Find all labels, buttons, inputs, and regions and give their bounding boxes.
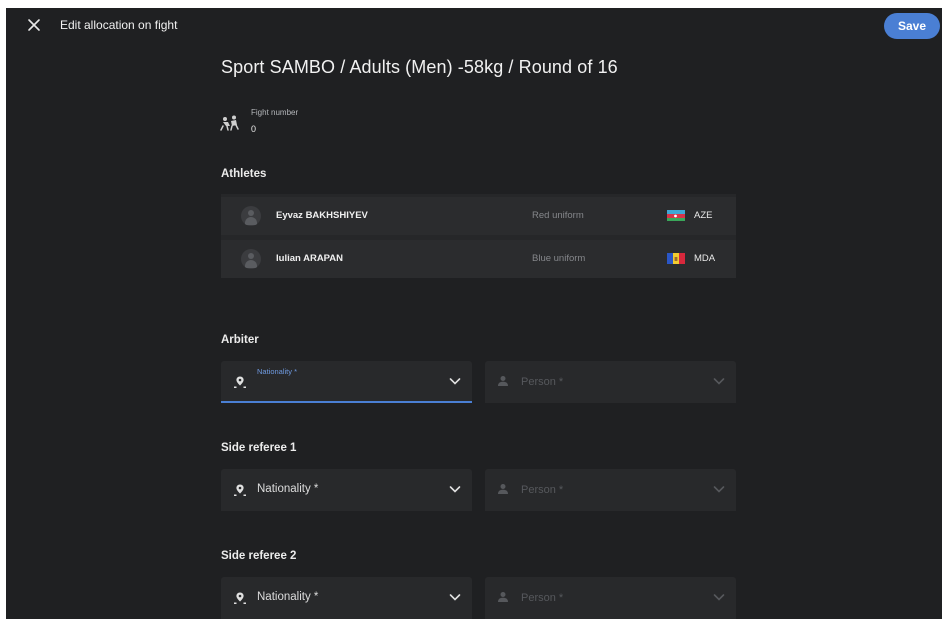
arbiter-nationality-select[interactable]: Nationality * xyxy=(221,361,472,403)
close-icon xyxy=(28,19,40,31)
location-pin-icon xyxy=(234,592,246,604)
location-pin-icon xyxy=(234,484,246,496)
arbiter-nationality-label: Nationality * xyxy=(257,367,298,376)
side-referee-1-heading: Side referee 1 xyxy=(221,442,297,454)
side-referee-1-person-label: Person * xyxy=(521,484,564,496)
chevron-down-icon xyxy=(713,378,725,385)
chevron-down-icon xyxy=(713,486,725,493)
athletes-heading: Athletes xyxy=(221,168,267,180)
page-title: Sport SAMBO / Adults (Men) -58kg / Round… xyxy=(221,57,618,77)
side-referee-1-person-select[interactable]: Person * xyxy=(485,469,736,511)
location-pin-icon xyxy=(234,376,246,388)
moldova-flag-icon xyxy=(667,252,685,264)
athlete-country: AZE xyxy=(694,210,713,221)
side-referee-2-heading: Side referee 2 xyxy=(221,550,297,562)
azerbaijan-flag-icon xyxy=(667,209,685,221)
dialog-title: Edit allocation on fight xyxy=(60,18,178,32)
chevron-down-icon xyxy=(449,486,461,493)
athlete-uniform: Red uniform xyxy=(532,210,584,221)
athlete-country: MDA xyxy=(694,253,716,264)
person-icon xyxy=(498,376,508,386)
athlete-name: Iulian ARAPAN xyxy=(276,253,344,264)
wrestling-icon xyxy=(220,115,239,131)
side-referee-2-person-label: Person * xyxy=(521,592,564,604)
save-button[interactable]: Save xyxy=(884,13,940,39)
avatar xyxy=(241,249,261,269)
athlete-name: Eyvaz BAKHSHIYEV xyxy=(276,210,368,221)
fight-number-value: 0 xyxy=(251,124,257,134)
fight-number-label: Fight number xyxy=(251,108,299,117)
side-referee-2-nationality-label: Nationality * xyxy=(257,591,319,603)
person-icon xyxy=(498,484,508,494)
arbiter-person-select[interactable]: Person * xyxy=(485,361,736,403)
athlete-uniform: Blue uniform xyxy=(532,253,586,264)
dialog: Edit allocation on fight Save Sport SAMB… xyxy=(6,8,942,619)
chevron-down-icon xyxy=(713,594,725,601)
side-referee-1-nationality-label: Nationality * xyxy=(257,483,319,495)
athlete-row[interactable]: Iulian ARAPAN Blue uniform MDA xyxy=(221,240,736,278)
side-referee-2-person-select[interactable]: Person * xyxy=(485,577,736,619)
close-button[interactable] xyxy=(26,17,42,33)
avatar xyxy=(241,206,261,226)
person-icon xyxy=(498,592,508,602)
athletes-list: Eyvaz BAKHSHIYEV Red uniform AZE Iulian … xyxy=(221,194,736,278)
chevron-down-icon xyxy=(449,378,461,385)
chevron-down-icon xyxy=(449,594,461,601)
side-referee-1-nationality-select[interactable]: Nationality * xyxy=(221,469,472,511)
arbiter-heading: Arbiter xyxy=(221,334,259,346)
arbiter-person-label: Person * xyxy=(521,376,564,388)
athlete-row[interactable]: Eyvaz BAKHSHIYEV Red uniform AZE xyxy=(221,197,736,235)
side-referee-2-nationality-select[interactable]: Nationality * xyxy=(221,577,472,619)
top-bar: Edit allocation on fight Save xyxy=(6,8,942,42)
